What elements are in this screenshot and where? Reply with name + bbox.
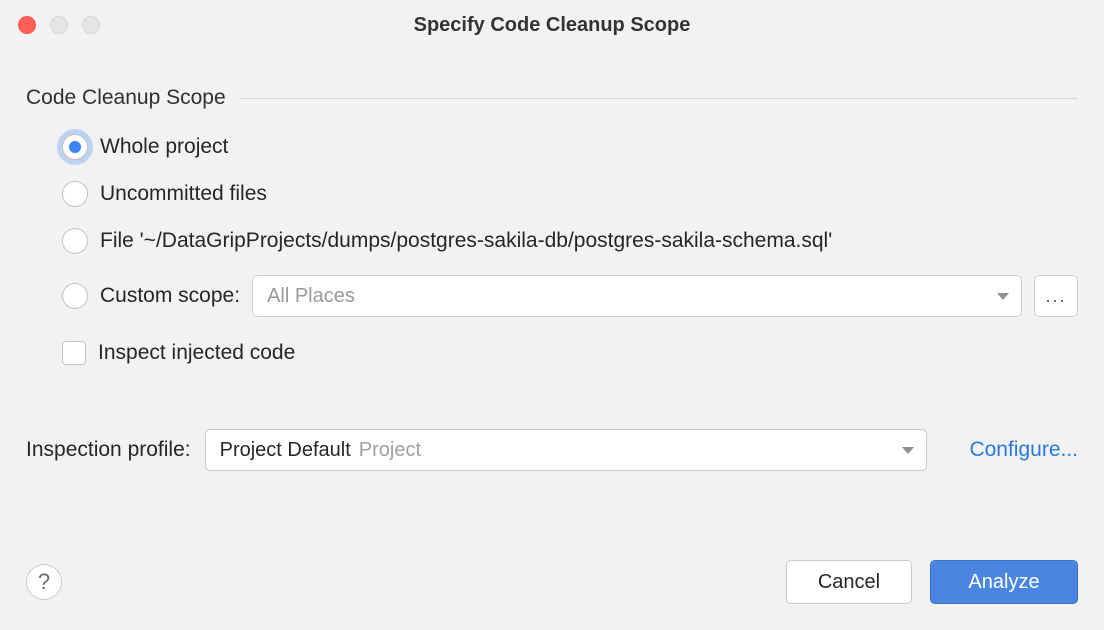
radio-dot-icon [69,141,81,153]
section-title: Code Cleanup Scope [26,86,240,110]
inspection-profile-row: Inspection profile: Project Default Proj… [26,429,1078,471]
inspect-injected-checkbox[interactable]: Inspect injected code [26,341,1078,365]
help-button[interactable]: ? [26,564,62,600]
custom-scope-value: All Places [267,285,355,308]
radio-label: Custom scope: [100,284,240,308]
radio-uncommitted-files[interactable]: Uncommitted files [62,181,1078,207]
custom-scope-select[interactable]: All Places [252,275,1022,317]
dialog-footer: ? Cancel Analyze [0,534,1104,630]
scope-radio-group: Whole project Uncommitted files File '~/… [26,134,1078,317]
radio-custom-scope[interactable]: Custom scope: [62,283,240,309]
profile-selected-main: Project Default [220,439,351,462]
checkbox-label: Inspect injected code [98,341,295,365]
titlebar: Specify Code Cleanup Scope [0,0,1104,50]
chevron-down-icon [902,447,914,454]
radio-file[interactable]: File '~/DataGripProjects/dumps/postgres-… [62,228,1078,254]
cancel-button[interactable]: Cancel [786,560,912,604]
maximize-icon[interactable] [82,16,100,34]
radio-icon [62,283,88,309]
radio-icon [62,228,88,254]
window-title: Specify Code Cleanup Scope [18,14,1086,37]
checkbox-icon [62,341,86,365]
close-icon[interactable] [18,16,36,34]
section-header: Code Cleanup Scope [26,86,1078,110]
radio-label: Uncommitted files [100,182,267,206]
inspection-profile-label: Inspection profile: [26,438,191,462]
radio-label: Whole project [100,135,228,159]
cancel-label: Cancel [818,571,880,594]
ellipsis-icon: ... [1045,286,1066,307]
help-icon: ? [38,569,50,595]
inspection-profile-select[interactable]: Project Default Project [205,429,928,471]
profile-selected-scope: Project [359,439,421,462]
browse-scope-button[interactable]: ... [1034,275,1078,317]
section-divider [240,98,1078,99]
traffic-lights [18,16,100,34]
radio-icon [62,134,88,160]
radio-custom-scope-row: Custom scope: All Places ... [62,275,1078,317]
configure-link[interactable]: Configure... [969,438,1078,462]
radio-icon [62,181,88,207]
radio-label: File '~/DataGripProjects/dumps/postgres-… [100,229,832,253]
analyze-button[interactable]: Analyze [930,560,1078,604]
radio-whole-project[interactable]: Whole project [62,134,1078,160]
minimize-icon[interactable] [50,16,68,34]
dialog-window: Specify Code Cleanup Scope Code Cleanup … [0,0,1104,630]
dialog-content: Code Cleanup Scope Whole project Uncommi… [0,50,1104,534]
chevron-down-icon [997,293,1009,300]
analyze-label: Analyze [968,571,1039,594]
